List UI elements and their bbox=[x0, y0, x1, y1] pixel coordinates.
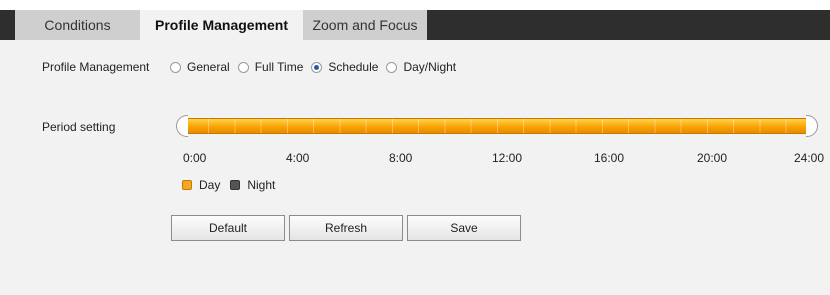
day-period-bar[interactable] bbox=[182, 118, 812, 134]
radio-day-night[interactable]: Day/Night bbox=[386, 60, 456, 74]
tab-profile-management[interactable]: Profile Management bbox=[140, 10, 303, 40]
radio-full-time[interactable]: Full Time bbox=[237, 60, 304, 74]
radio-day-night-label: Day/Night bbox=[403, 60, 457, 74]
tick-label: 4:00 bbox=[286, 151, 310, 165]
radio-schedule-circle[interactable] bbox=[311, 61, 323, 73]
radio-schedule[interactable]: Schedule bbox=[311, 60, 378, 74]
tick-label: 12:00 bbox=[492, 151, 523, 165]
radio-general-circle[interactable] bbox=[170, 61, 181, 73]
radio-general-label: General bbox=[187, 60, 230, 74]
refresh-button[interactable]: Refresh bbox=[289, 215, 403, 241]
default-button[interactable]: Default bbox=[171, 215, 285, 241]
timeline-start-handle[interactable] bbox=[176, 115, 188, 137]
tick-label: 0:00 bbox=[183, 151, 207, 165]
legend-day-label: Day bbox=[199, 178, 221, 192]
timeline-end-handle[interactable] bbox=[806, 115, 818, 137]
legend-night-label: Night bbox=[247, 178, 276, 192]
tick-label: 20:00 bbox=[697, 151, 728, 165]
timeline-grid bbox=[182, 119, 812, 133]
profile-management-label: Profile Management bbox=[42, 60, 150, 74]
tab-conditions[interactable]: Conditions bbox=[15, 10, 140, 40]
radio-full-time-label: Full Time bbox=[254, 60, 304, 74]
tick-label: 8:00 bbox=[389, 151, 413, 165]
night-swatch-icon bbox=[230, 180, 241, 190]
radio-general[interactable]: General bbox=[170, 60, 230, 74]
tick-label: 16:00 bbox=[594, 151, 625, 165]
save-button[interactable]: Save bbox=[407, 215, 521, 241]
radio-full-time-circle[interactable] bbox=[237, 61, 249, 73]
tab-zoom-and-focus[interactable]: Zoom and Focus bbox=[303, 10, 427, 40]
day-swatch-icon bbox=[182, 180, 192, 190]
radio-schedule-label: Schedule bbox=[328, 60, 379, 74]
radio-day-night-circle[interactable] bbox=[386, 61, 398, 73]
period-setting-label: Period setting bbox=[42, 120, 116, 134]
period-timeline[interactable] bbox=[176, 115, 818, 137]
tick-label: 24:00 bbox=[794, 151, 825, 165]
period-legend: Day Night bbox=[182, 178, 285, 192]
profile-radio-group: General Full Time Schedule Day/Night bbox=[170, 59, 464, 75]
